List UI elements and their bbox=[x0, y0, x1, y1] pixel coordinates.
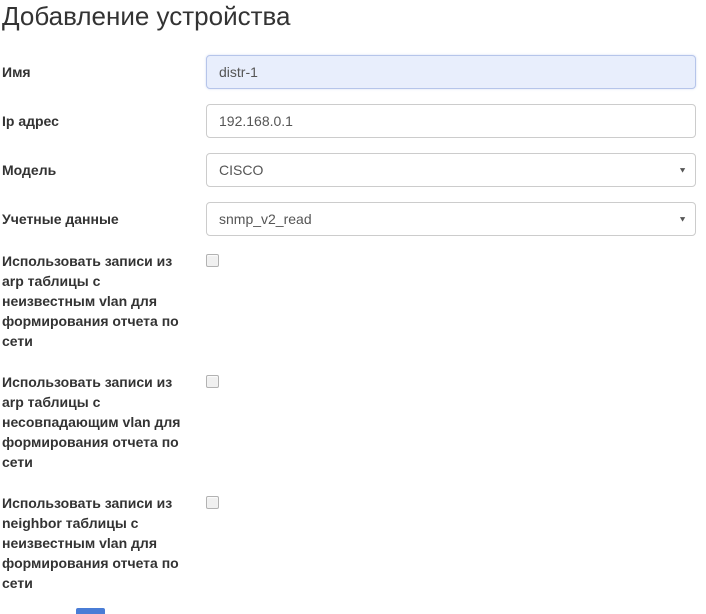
form-row-ip: Ip адрес bbox=[0, 104, 706, 138]
arp-mismatch-vlan-checkbox[interactable] bbox=[206, 375, 219, 388]
model-select[interactable]: CISCO ▼ bbox=[206, 153, 696, 187]
neighbor-unknown-vlan-label: Использовать записи из neighbor таблицы … bbox=[0, 493, 206, 593]
ip-field-label: Ip адрес bbox=[0, 104, 206, 131]
name-field-control bbox=[206, 55, 706, 89]
form-row-arp-mismatch-vlan: Использовать записи из arp таблицы с нес… bbox=[0, 372, 706, 472]
credentials-select[interactable]: snmp_v2_read ▼ bbox=[206, 202, 696, 236]
arp-unknown-vlan-checkbox[interactable] bbox=[206, 254, 219, 267]
form-row-name: Имя bbox=[0, 55, 706, 89]
arp-unknown-vlan-label: Использовать записи из arp таблицы с неи… bbox=[0, 251, 206, 351]
form-row-arp-unknown-vlan: Использовать записи из arp таблицы с неи… bbox=[0, 251, 706, 351]
chevron-down-icon: ▼ bbox=[678, 215, 687, 223]
neighbor-unknown-vlan-checkbox[interactable] bbox=[206, 496, 219, 509]
model-field-label: Модель bbox=[0, 153, 206, 180]
submit-button-partial[interactable] bbox=[76, 608, 105, 614]
model-select-value: CISCO bbox=[219, 162, 263, 178]
arp-unknown-vlan-control bbox=[206, 251, 706, 272]
form-row-model: Модель CISCO ▼ bbox=[0, 153, 706, 187]
add-device-page: Добавление устройства Имя Ip адрес Модел… bbox=[0, 0, 706, 614]
neighbor-unknown-vlan-control bbox=[206, 493, 706, 514]
form-row-credentials: Учетные данные snmp_v2_read ▼ bbox=[0, 202, 706, 236]
name-field-label: Имя bbox=[0, 55, 206, 82]
credentials-field-label: Учетные данные bbox=[0, 202, 206, 229]
model-field-control: CISCO ▼ bbox=[206, 153, 706, 187]
chevron-down-icon: ▼ bbox=[678, 166, 687, 174]
ip-field-control bbox=[206, 104, 706, 138]
name-input[interactable] bbox=[206, 55, 696, 89]
form-row-neighbor-unknown-vlan: Использовать записи из neighbor таблицы … bbox=[0, 493, 706, 593]
arp-mismatch-vlan-label: Использовать записи из arp таблицы с нес… bbox=[0, 372, 206, 472]
ip-address-input[interactable] bbox=[206, 104, 696, 138]
credentials-field-control: snmp_v2_read ▼ bbox=[206, 202, 706, 236]
arp-mismatch-vlan-control bbox=[206, 372, 706, 393]
credentials-select-value: snmp_v2_read bbox=[219, 211, 312, 227]
page-title: Добавление устройства bbox=[2, 0, 706, 32]
